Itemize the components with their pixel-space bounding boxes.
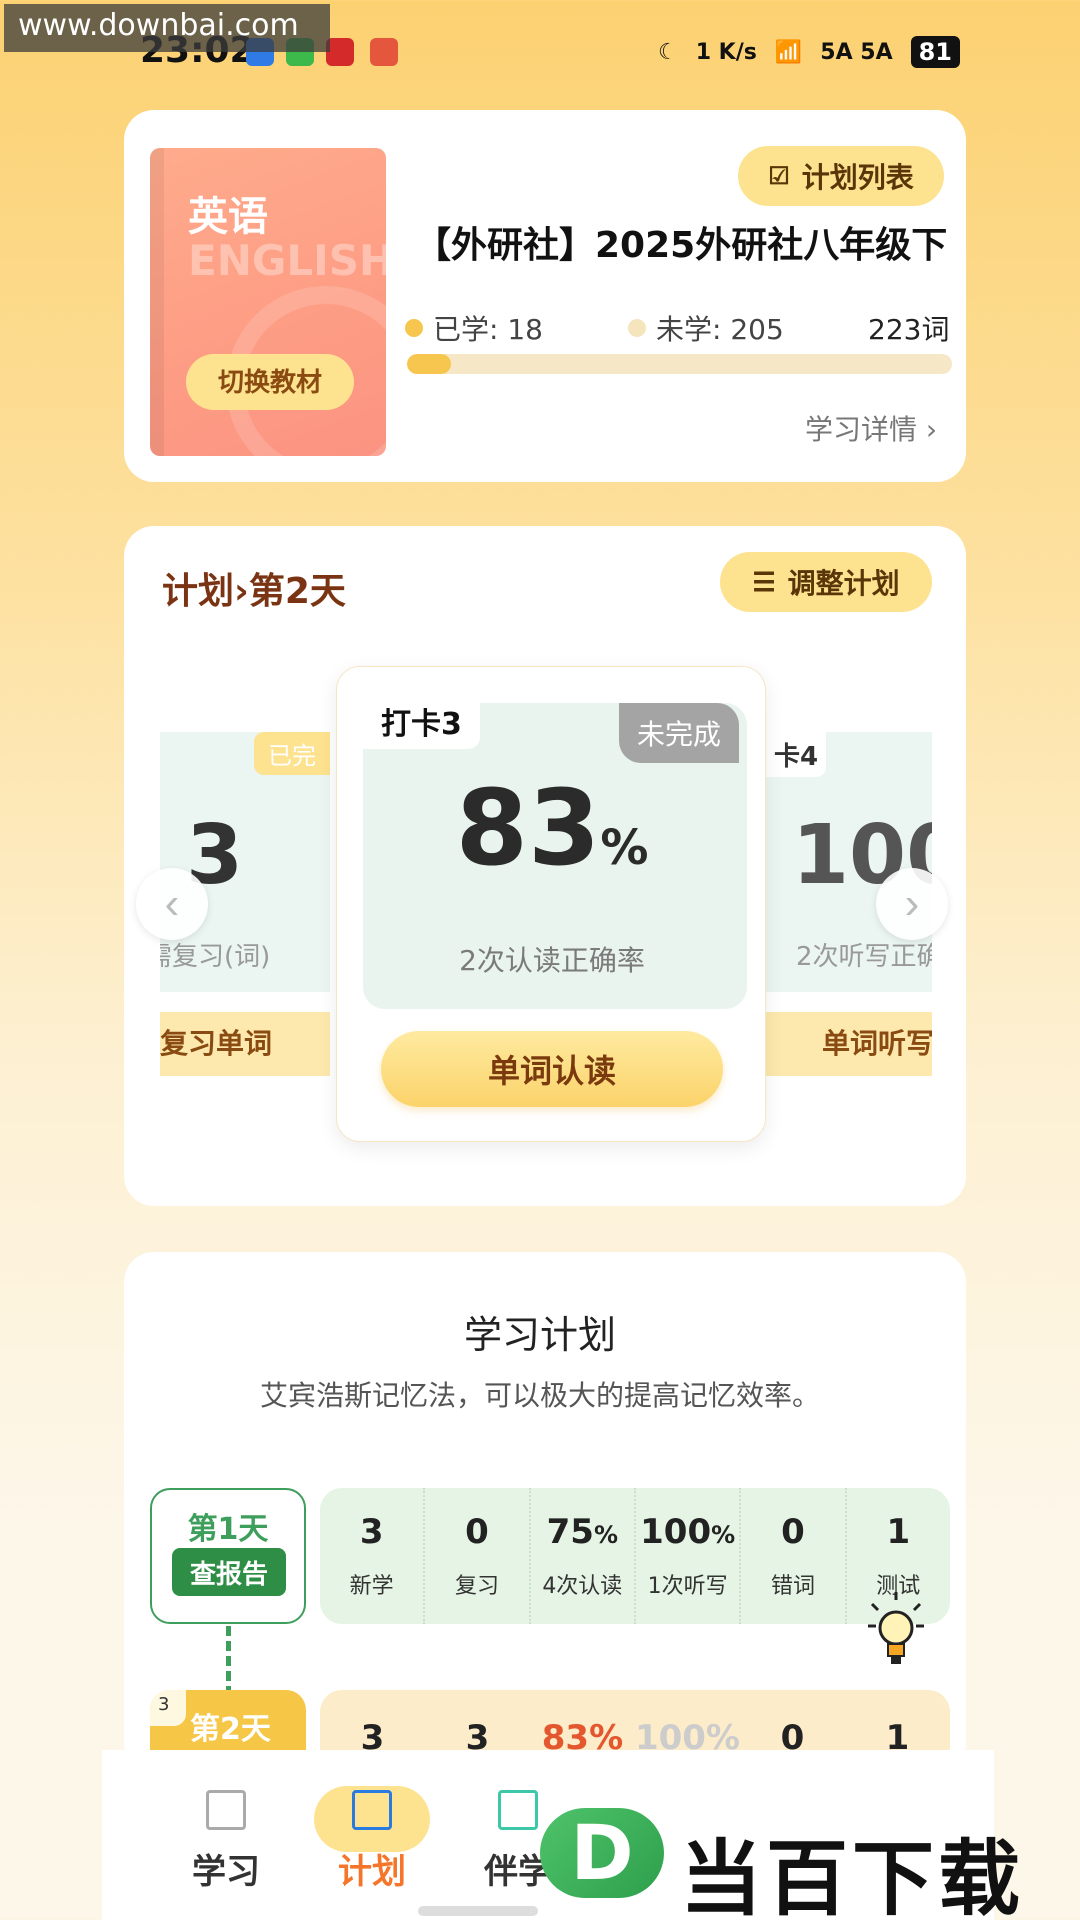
prev-card-button[interactable]: ‹ xyxy=(136,868,208,940)
adjust-plan-label: 调整计划 xyxy=(787,568,900,599)
word-dictation-button[interactable]: 单词听写 xyxy=(762,1012,932,1076)
checkin-4-tab: 卡4 xyxy=(766,732,827,777)
total-words: 223词 xyxy=(868,308,949,348)
view-report-button[interactable]: 查报告 xyxy=(172,1548,286,1596)
unlearned-stat: 未学: 205 xyxy=(628,308,784,348)
day-1-stats: 3 新学 0 复习 75% 4次认读 100% 1次听写 0 错词 1 测试 xyxy=(320,1488,950,1624)
completed-tag: 已完 xyxy=(254,732,330,775)
companion-icon xyxy=(498,1790,538,1830)
reading-accuracy: 83% xyxy=(337,767,767,889)
day-2-label: 第2天 xyxy=(190,1712,271,1747)
day2-stat: 3 xyxy=(465,1718,490,1758)
stat-label: 错词 xyxy=(770,1574,815,1599)
switch-textbook-button[interactable]: 切换教材 xyxy=(186,354,354,410)
signal-strength: 5A 5A xyxy=(820,39,893,65)
stat-wrong-words: 0 错词 xyxy=(741,1488,847,1624)
study-plan-title: 学习计划 xyxy=(463,1313,616,1357)
day-2-box: 3 第2天 xyxy=(150,1690,306,1750)
plan-day-title: 计划›第2天 xyxy=(162,571,346,612)
learned-dot xyxy=(405,319,423,337)
wifi-icon: 📶 xyxy=(774,39,803,65)
textbook-name: 【外研社】2025外研社八年级下 xyxy=(415,225,948,266)
sliders-icon: ☰ xyxy=(752,566,776,597)
checkin-card-3[interactable]: 打卡3 未完成 83% 2次认读正确率 单词认读 xyxy=(336,666,766,1142)
study-plan-subtitle: 艾宾浩斯记忆法，可以极大的提高记忆效率。 xyxy=(259,1379,820,1412)
battery-level: 81 xyxy=(910,36,960,68)
stat-dictation: 100% 1次听写 xyxy=(636,1488,742,1624)
nav-study[interactable]: 学习 xyxy=(156,1790,296,1893)
review-words-button[interactable]: 复习单词 xyxy=(160,1012,330,1076)
dictation-caption: 2次听写正确 xyxy=(796,942,932,972)
cover-subtitle: ENGLISH xyxy=(188,236,386,285)
watermark-brand: 当百下载 xyxy=(680,1832,1025,1920)
day-1-box: 第1天 查报告 xyxy=(150,1488,306,1624)
day-2-corner-count: 3 xyxy=(150,1690,186,1726)
stat-review: 0 复习 xyxy=(425,1488,531,1624)
ab-book-icon xyxy=(206,1790,246,1830)
reading-accuracy-unit: % xyxy=(600,820,649,876)
day2-stat: 0 xyxy=(780,1718,805,1758)
plan-list-label: 计划列表 xyxy=(801,162,914,193)
stat-label: 1次听写 xyxy=(647,1574,728,1599)
stat-value: 0 xyxy=(465,1512,489,1552)
checkin-card-4[interactable]: 卡4 100 2次听写正确 xyxy=(762,732,932,992)
reading-accuracy-value: 83 xyxy=(455,767,601,889)
learned-count: 已学: 18 xyxy=(433,313,543,346)
unlearned-dot xyxy=(628,319,646,337)
day2-stat: 83% xyxy=(541,1718,624,1758)
cover-title: 英语 xyxy=(188,194,268,240)
stat-value: 1 xyxy=(886,1512,911,1552)
nav-plan[interactable]: 计划 xyxy=(302,1790,442,1893)
learning-progress-bar xyxy=(407,354,952,374)
progress-fill xyxy=(407,354,452,374)
checkin-3-tab: 打卡3 xyxy=(363,693,480,749)
xiaohongshu-notification-icon xyxy=(326,38,354,66)
lightbulb-icon[interactable] xyxy=(868,1592,924,1670)
home-indicator[interactable] xyxy=(418,1906,538,1916)
total-count: 223词 xyxy=(868,313,950,346)
stat-value: 100% xyxy=(640,1512,736,1552)
status-indicators: ☾ 1 K/s 📶 5A 5A 81 xyxy=(658,36,960,68)
incomplete-badge: 未完成 xyxy=(618,703,739,763)
calendar-check-icon: ☑ xyxy=(768,162,790,190)
day2-stat: 100% xyxy=(634,1718,740,1758)
watermark-logo: D xyxy=(540,1808,664,1898)
next-card-button[interactable]: › xyxy=(876,868,948,940)
stat-value: 0 xyxy=(781,1512,805,1552)
message-notification-icon xyxy=(370,38,398,66)
day2-stat: 3 xyxy=(360,1718,385,1758)
checkin-card-2[interactable]: 已完 3 需复习(词) xyxy=(160,732,330,992)
stat-value: 75% xyxy=(546,1512,618,1552)
calendar-icon xyxy=(352,1790,392,1830)
stat-new: 3 新学 xyxy=(320,1488,426,1624)
stat-value: 3 xyxy=(359,1512,384,1552)
study-detail-link[interactable]: 学习详情 › xyxy=(805,408,937,448)
nav-plan-label: 计划 xyxy=(338,1852,406,1892)
chevron-left-icon: ‹ xyxy=(164,879,180,928)
learned-stat: 已学: 18 xyxy=(405,308,543,348)
net-speed: 1 K/s xyxy=(695,39,757,65)
timeline-connector xyxy=(226,1626,231,1696)
chevron-right-icon: › xyxy=(904,879,920,928)
nav-study-label: 学习 xyxy=(192,1852,260,1892)
stat-label: 复习 xyxy=(454,1574,499,1599)
review-caption: 需复习(词) xyxy=(160,942,271,972)
day-1-label: 第1天 xyxy=(187,1512,269,1547)
plan-list-button[interactable]: ☑ 计划列表 xyxy=(738,146,944,206)
day-2-stats: 3 3 83% 100% 0 1 xyxy=(320,1690,950,1758)
watermark-url: www.downbai.com xyxy=(4,4,330,52)
moon-icon: ☾ xyxy=(657,39,678,65)
adjust-plan-button[interactable]: ☰ 调整计划 xyxy=(720,552,932,612)
stat-label: 新学 xyxy=(349,1574,394,1599)
word-reading-button[interactable]: 单词认读 xyxy=(381,1031,723,1107)
unlearned-count: 未学: 205 xyxy=(656,313,784,346)
day2-stat: 1 xyxy=(885,1718,910,1758)
reading-accuracy-caption: 2次认读正确率 xyxy=(459,944,645,977)
stat-reading: 75% 4次认读 xyxy=(531,1488,636,1624)
textbook-cover: 英语 ENGLISH 切换教材 xyxy=(150,148,386,456)
book-spine xyxy=(150,148,164,456)
stat-label: 4次认读 xyxy=(542,1574,623,1599)
